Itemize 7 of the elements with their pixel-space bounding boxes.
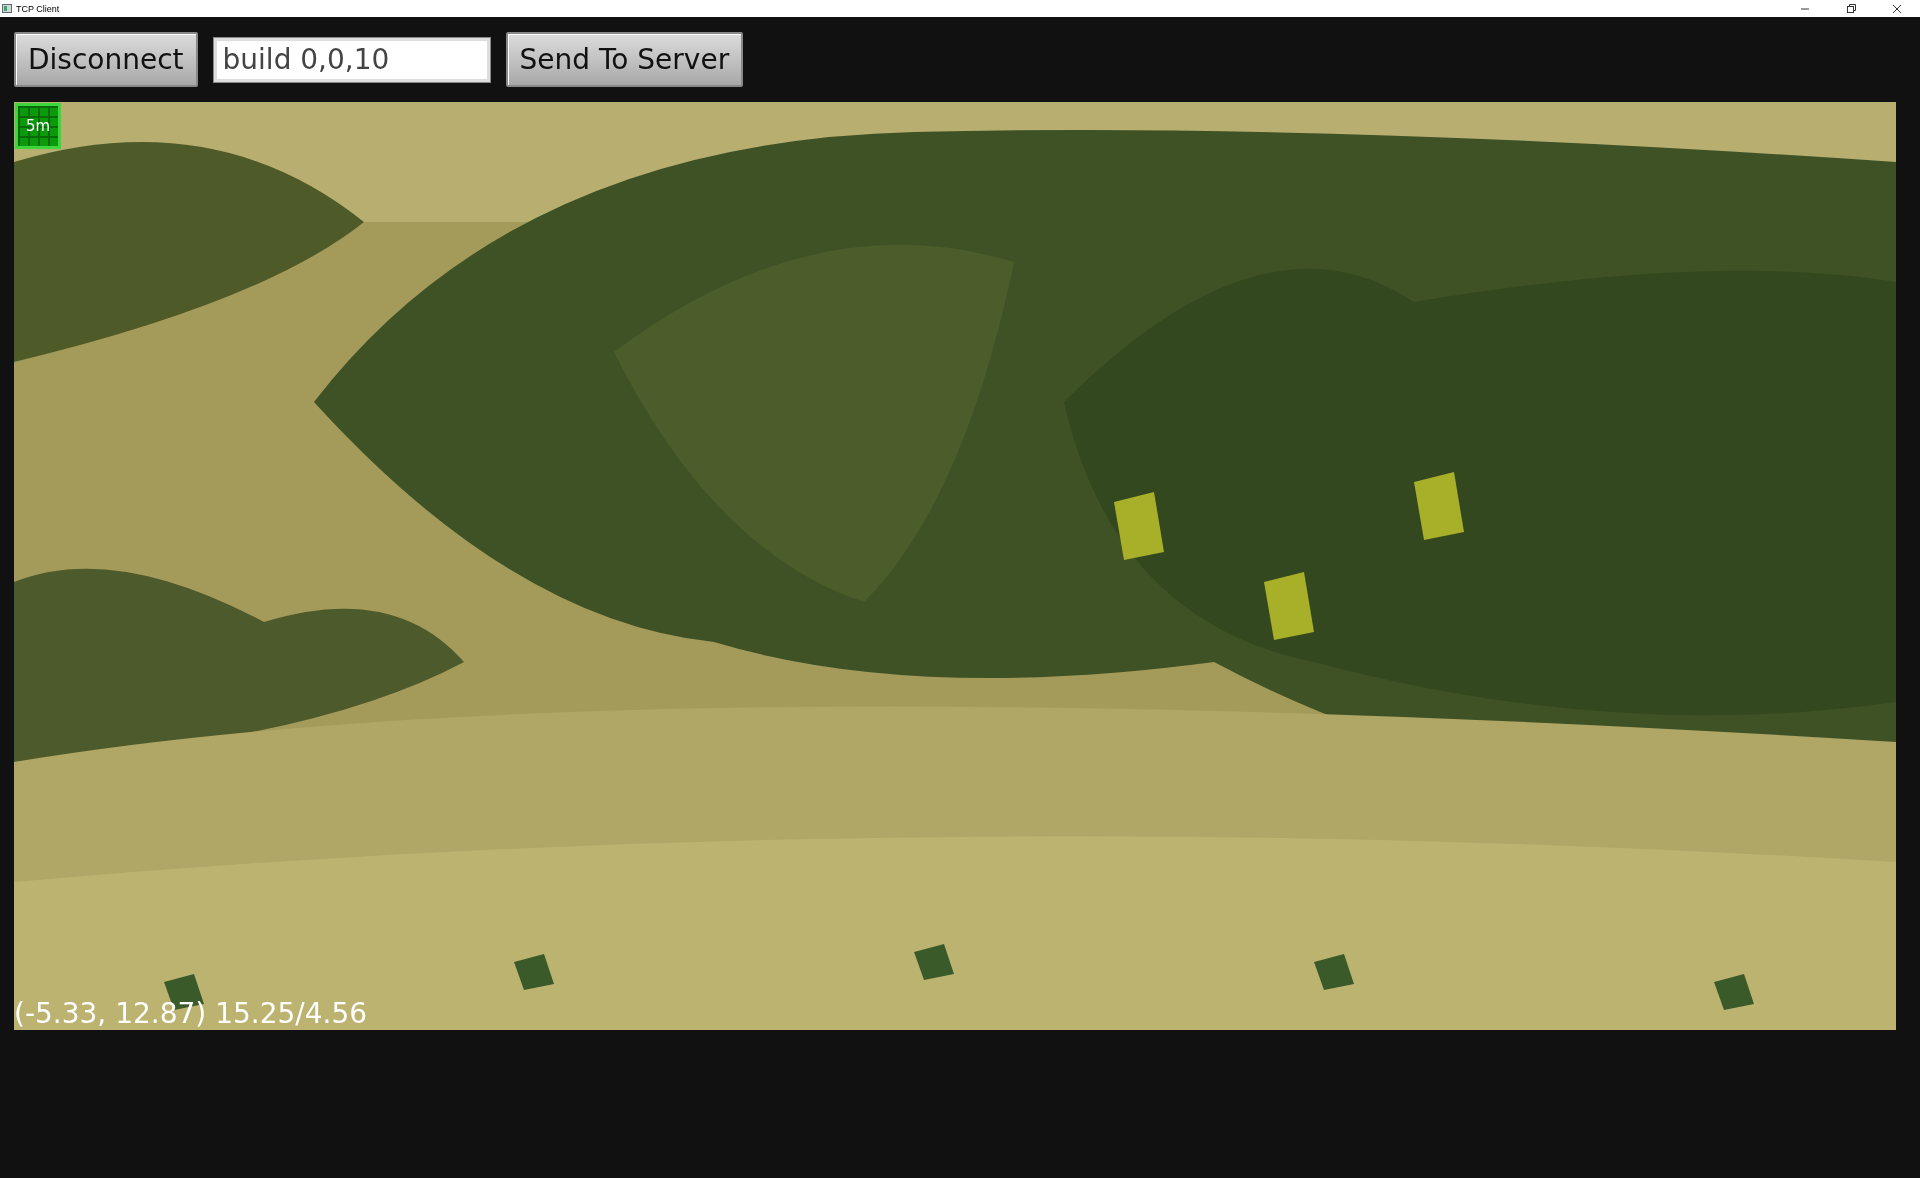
coordinates-readout: (-5.33, 12.87) 15.25/4.56 xyxy=(14,999,368,1030)
send-button[interactable]: Send To Server xyxy=(505,32,744,87)
command-field[interactable]: build 0,0,10 xyxy=(213,37,490,82)
scale-indicator: 5m xyxy=(15,103,61,149)
app-icon xyxy=(2,4,12,13)
window-title: TCP Client xyxy=(16,3,60,14)
disconnect-button[interactable]: Disconnect xyxy=(14,32,198,87)
